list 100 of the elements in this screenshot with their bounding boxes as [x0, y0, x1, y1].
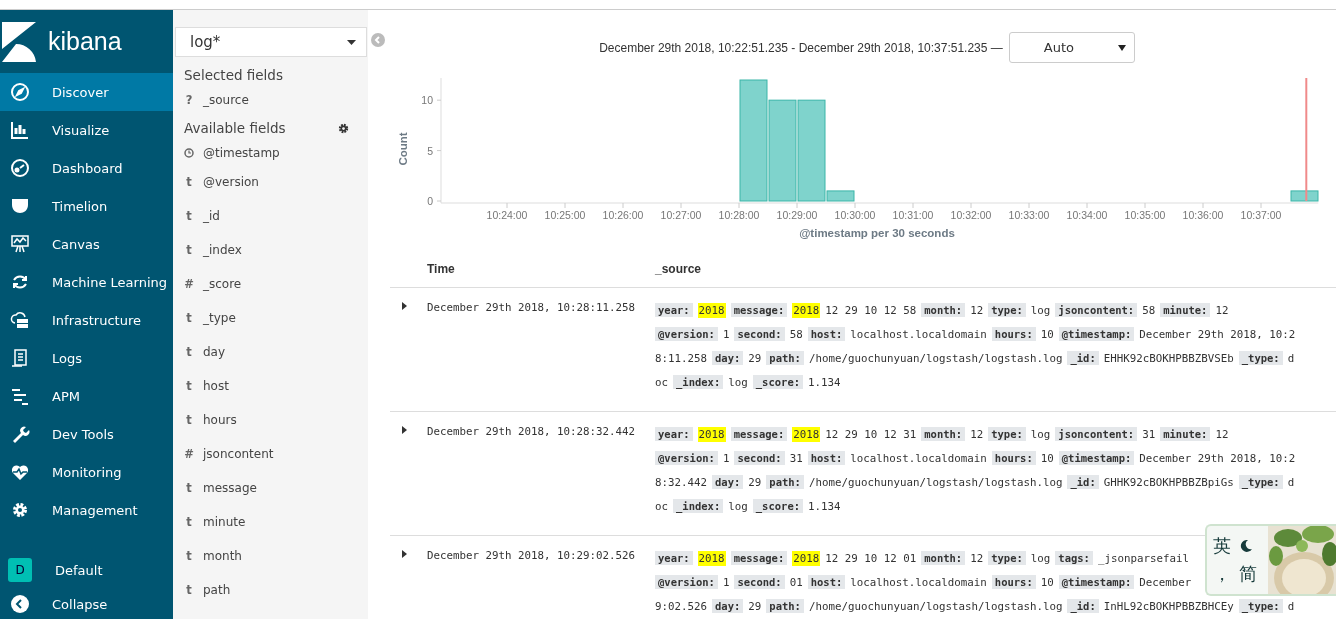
x-tick-label: 10:32:00 — [950, 209, 992, 221]
x-tick-label: 10:27:00 — [660, 209, 702, 221]
caret-icon — [347, 39, 356, 45]
nav-item[interactable]: Dashboard — [0, 149, 173, 187]
field-item[interactable]: t message — [173, 471, 368, 505]
field-item[interactable]: t path — [173, 573, 368, 607]
field-key: type: — [988, 427, 1026, 441]
field-item[interactable]: t minute — [173, 505, 368, 539]
field-key: @timestamp: — [1058, 451, 1135, 465]
field-item[interactable]: t _id — [173, 199, 368, 233]
field-value: 31 — [1142, 427, 1156, 441]
nav-item[interactable]: Discover — [0, 73, 173, 111]
field-key: message: — [730, 551, 788, 565]
collapse-button[interactable]: Collapse — [0, 589, 173, 619]
field-key: jsoncontent: — [1055, 427, 1138, 441]
field-value: 1.134 — [808, 375, 841, 389]
field-key: day: — [712, 475, 744, 489]
expand-icon[interactable] — [402, 302, 407, 310]
nav-item[interactable]: Management — [0, 491, 173, 529]
field-value: /home/guochunyuan/logstash/logstash.log — [808, 351, 1063, 365]
index-pattern-dropdown[interactable]: log* — [175, 27, 367, 57]
field-key: _index: — [673, 499, 724, 513]
field-value: log — [728, 375, 748, 389]
field-item[interactable]: @timestamp — [173, 141, 368, 165]
collapse-panel-icon[interactable] — [371, 33, 385, 47]
field-item[interactable]: t _type — [173, 301, 368, 335]
field-key: hours: — [991, 575, 1036, 589]
field-item[interactable]: t host — [173, 369, 368, 403]
gauge-icon — [10, 158, 30, 178]
nav-item[interactable]: Infrastructure — [0, 301, 173, 339]
column-header[interactable]: Time — [427, 262, 655, 276]
expand-icon[interactable] — [402, 550, 407, 558]
field-item[interactable]: # _score — [173, 267, 368, 301]
field-type-symbol: t — [185, 583, 193, 597]
field-key: message: — [730, 427, 788, 441]
field-item[interactable]: # jsoncontent — [173, 437, 368, 471]
field-key: day: — [712, 599, 744, 613]
field-value: log — [1030, 551, 1051, 565]
interval-dropdown[interactable]: Auto — [1008, 32, 1135, 63]
expand-icon[interactable] — [402, 426, 407, 434]
x-tick-label: 10:29:00 — [776, 209, 818, 221]
field-key: _index: — [673, 375, 724, 389]
field-item[interactable]: t @version — [173, 165, 368, 199]
field-item[interactable]: t month — [173, 539, 368, 573]
language-toggle[interactable]: 英 — [1213, 534, 1237, 558]
field-item[interactable]: ? _source — [173, 88, 368, 112]
space-selector[interactable]: D Default — [0, 551, 173, 589]
field-key: second: — [734, 327, 785, 341]
punctuation-toggle[interactable]: ， — [1213, 562, 1237, 586]
nav-item[interactable]: Monitoring — [0, 453, 173, 491]
field-key: jsoncontent: — [1055, 303, 1138, 317]
x-axis-label: @timestamp per 30 seconds — [799, 227, 955, 239]
y-tick-label: 10 — [421, 94, 433, 107]
field-value: d — [1287, 475, 1295, 489]
field-value: 58 — [789, 327, 803, 341]
column-header[interactable]: _source — [655, 262, 702, 276]
field-key: tags: — [1055, 551, 1093, 565]
field-key: second: — [734, 451, 785, 465]
histogram-bar[interactable] — [768, 99, 797, 202]
nav-item[interactable]: Machine Learning — [0, 263, 173, 301]
nav-item[interactable]: Canvas — [0, 225, 173, 263]
field-value: 12 — [1215, 427, 1229, 441]
highlighted-value: 2018 — [792, 426, 821, 442]
field-value: December 29th 2018, 10:2 — [1139, 327, 1296, 341]
histogram-bar[interactable] — [826, 190, 855, 202]
collapse-icon — [10, 594, 30, 614]
histogram-bar[interactable] — [797, 99, 826, 202]
nav-item[interactable]: Dev Tools — [0, 415, 173, 453]
field-key: _type: — [1238, 475, 1283, 489]
nav-item[interactable]: APM — [0, 377, 173, 415]
field-value: GHHK92cBOKHPBBZBpiGs — [1103, 475, 1234, 489]
x-tick-label: 10:26:00 — [602, 209, 644, 221]
histogram-bar[interactable] — [739, 79, 768, 202]
field-item[interactable]: t day — [173, 335, 368, 369]
histogram-bar[interactable] — [1290, 190, 1319, 202]
field-key: hours: — [991, 451, 1036, 465]
gear-icon[interactable] — [338, 122, 349, 134]
field-value: /home/guochunyuan/logstash/logstash.log — [808, 475, 1063, 489]
moon-icon[interactable] — [1239, 539, 1253, 553]
field-type-symbol: t — [185, 413, 193, 427]
field-key: path: — [766, 475, 804, 489]
field-value: d — [1287, 599, 1295, 613]
field-item[interactable]: t hours — [173, 403, 368, 437]
y-tick-label: 5 — [427, 144, 433, 157]
field-key: @timestamp: — [1058, 575, 1135, 589]
x-tick-label: 10:36:00 — [1182, 209, 1224, 221]
field-value: 8:32.442 — [655, 475, 707, 489]
heart-pulse-icon — [10, 462, 30, 482]
field-key: _type: — [1238, 599, 1283, 613]
script-toggle[interactable]: 简 — [1239, 562, 1259, 586]
document-icon — [10, 348, 30, 368]
nav-item[interactable]: Timelion — [0, 187, 173, 225]
nav-item[interactable]: Logs — [0, 339, 173, 377]
field-key: @version: — [655, 327, 718, 341]
highlighted-value: 2018 — [792, 302, 821, 318]
caret-icon — [1117, 44, 1126, 51]
field-item[interactable]: t _index — [173, 233, 368, 267]
time-cell-text: December 29th 2018, 10:28:32.442 — [427, 424, 636, 440]
field-key: hours: — [991, 327, 1036, 341]
nav-item[interactable]: Visualize — [0, 111, 173, 149]
